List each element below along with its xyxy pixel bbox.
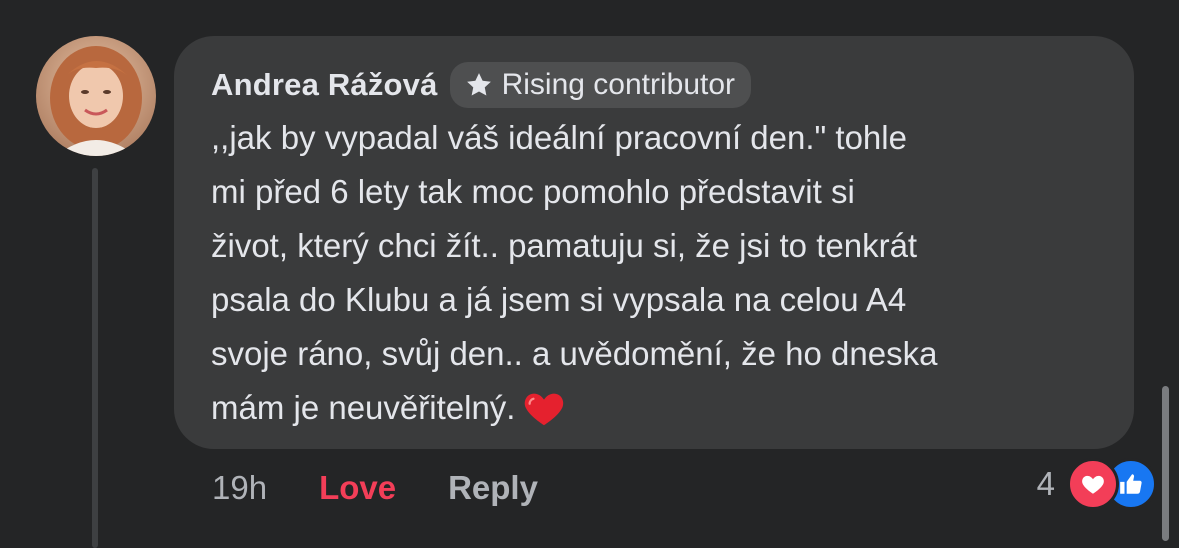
badge-label: Rising contributor <box>501 68 736 101</box>
scrollbar[interactable] <box>1162 386 1169 541</box>
reply-button[interactable]: Reply <box>448 469 538 507</box>
timestamp[interactable]: 19h <box>212 469 267 507</box>
comment-header: Andrea Rážová Rising contributor <box>211 62 1098 108</box>
contributor-badge[interactable]: Rising contributor <box>449 62 752 108</box>
comment-bubble: Andrea Rážová Rising contributor ,,jak b… <box>174 36 1134 449</box>
star-icon <box>462 68 496 102</box>
author-name[interactable]: Andrea Rážová <box>211 67 438 103</box>
avatar[interactable] <box>36 36 156 156</box>
love-reaction-icon <box>1067 458 1119 510</box>
comment-actions: 19h Love Reply <box>212 466 538 510</box>
reactions-summary[interactable]: 4 <box>1036 458 1157 510</box>
red-heart-emoji <box>521 385 567 431</box>
reaction-count: 4 <box>1036 465 1055 502</box>
comment-text: ,,jak by vypadal váš ideální pracovní de… <box>211 119 938 426</box>
love-button[interactable]: Love <box>319 469 396 507</box>
comment-body: ,,jak by vypadal váš ideální pracovní de… <box>211 111 1106 435</box>
avatar-image <box>36 36 156 156</box>
thread-line <box>92 168 98 548</box>
